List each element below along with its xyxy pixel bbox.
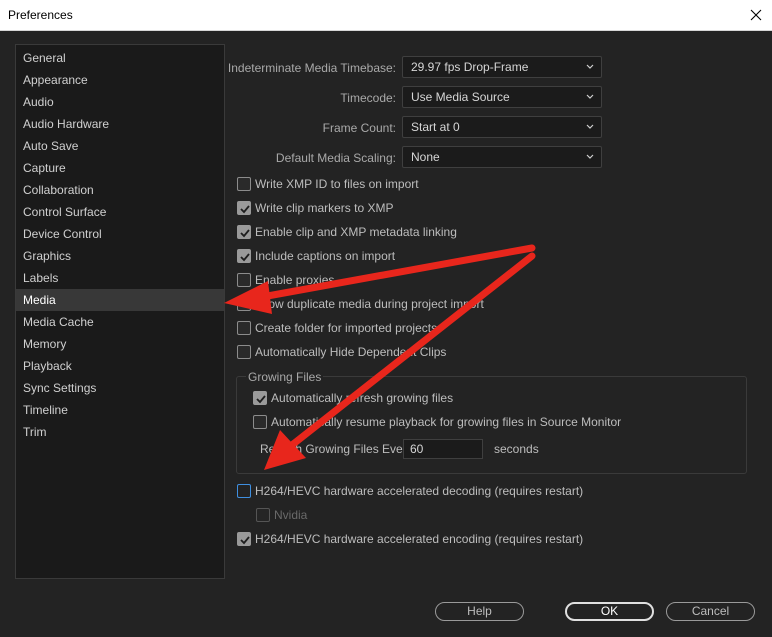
frame-count-select[interactable]: Start at 0 bbox=[402, 116, 602, 138]
checkbox-box[interactable] bbox=[237, 225, 251, 239]
checkbox-label: Automatically refresh growing files bbox=[271, 391, 454, 405]
window-title: Preferences bbox=[8, 8, 73, 22]
checkbox-box[interactable] bbox=[237, 345, 251, 359]
timebase-select[interactable]: 29.97 fps Drop-Frame bbox=[402, 56, 602, 78]
sidebar-item-playback[interactable]: Playback bbox=[16, 355, 224, 377]
checkbox-label: Enable proxies bbox=[255, 273, 335, 287]
sidebar-item-audio-hardware[interactable]: Audio Hardware bbox=[16, 113, 224, 135]
checkbox-label: Write XMP ID to files on import bbox=[255, 177, 419, 191]
sidebar-item-auto-save[interactable]: Auto Save bbox=[16, 135, 224, 157]
sidebar-item-device-control[interactable]: Device Control bbox=[16, 223, 224, 245]
chevron-down-icon bbox=[586, 154, 594, 159]
checkbox-label: H264/HEVC hardware accelerated decoding … bbox=[255, 484, 584, 498]
timecode-select[interactable]: Use Media Source bbox=[402, 86, 602, 108]
checkbox-label: Write clip markers to XMP bbox=[255, 201, 394, 215]
checkbox-label: Nvidia bbox=[274, 508, 308, 522]
checkbox-label: Allow duplicate media during project imp… bbox=[255, 297, 484, 311]
sidebar-item-audio[interactable]: Audio bbox=[16, 91, 224, 113]
sidebar-item-media-cache[interactable]: Media Cache bbox=[16, 311, 224, 333]
sidebar-item-labels[interactable]: Labels bbox=[16, 267, 224, 289]
chevron-down-icon bbox=[586, 124, 594, 129]
preferences-category-list: General Appearance Audio Audio Hardware … bbox=[15, 44, 225, 579]
media-scaling-label: Default Media Scaling: bbox=[275, 151, 396, 165]
checkbox-label: H264/HEVC hardware accelerated encoding … bbox=[255, 532, 584, 546]
sidebar-item-graphics[interactable]: Graphics bbox=[16, 245, 224, 267]
checkmark-icon bbox=[240, 536, 250, 545]
cancel-button[interactable]: Cancel bbox=[666, 602, 755, 621]
sidebar-item-general[interactable]: General bbox=[16, 47, 224, 69]
sidebar-item-appearance[interactable]: Appearance bbox=[16, 69, 224, 91]
checkmark-icon bbox=[240, 229, 250, 238]
checkbox-box[interactable] bbox=[237, 201, 251, 215]
sidebar-item-control-surface[interactable]: Control Surface bbox=[16, 201, 224, 223]
timecode-label: Timecode: bbox=[340, 91, 396, 105]
sidebar-item-sync-settings[interactable]: Sync Settings bbox=[16, 377, 224, 399]
checkbox-box[interactable] bbox=[253, 391, 267, 405]
checkbox-box[interactable] bbox=[237, 532, 251, 546]
close-button[interactable] bbox=[740, 0, 772, 31]
checkmark-icon bbox=[240, 253, 250, 262]
refresh-interval-unit: seconds bbox=[494, 442, 539, 456]
title-bar: Preferences bbox=[0, 0, 772, 31]
checkbox-label: Include captions on import bbox=[255, 249, 396, 263]
refresh-interval-label: Refresh Growing Files Every bbox=[260, 442, 413, 456]
timebase-value: 29.97 fps Drop-Frame bbox=[411, 60, 529, 74]
checkmark-icon bbox=[240, 205, 250, 214]
sidebar-item-media[interactable]: Media bbox=[16, 289, 224, 311]
ok-button[interactable]: OK bbox=[565, 602, 654, 621]
sidebar-item-capture[interactable]: Capture bbox=[16, 157, 224, 179]
media-scaling-value: None bbox=[411, 150, 440, 164]
timebase-label: Indeterminate Media Timebase: bbox=[227, 61, 396, 75]
checkbox-box[interactable] bbox=[237, 177, 251, 191]
frame-count-label: Frame Count: bbox=[322, 121, 396, 135]
checkbox-box[interactable] bbox=[237, 484, 251, 498]
checkbox-label: Automatically resume playback for growin… bbox=[271, 415, 622, 429]
help-button[interactable]: Help bbox=[435, 602, 524, 621]
frame-count-value: Start at 0 bbox=[411, 120, 460, 134]
checkmark-icon bbox=[256, 395, 266, 404]
sidebar-item-timeline[interactable]: Timeline bbox=[16, 399, 224, 421]
media-scaling-select[interactable]: None bbox=[402, 146, 602, 168]
checkbox-box[interactable] bbox=[237, 297, 251, 311]
close-icon bbox=[750, 9, 762, 21]
checkbox-label: Create folder for imported projects bbox=[255, 321, 438, 335]
checkbox-box[interactable] bbox=[237, 321, 251, 335]
checkbox-label: Enable clip and XMP metadata linking bbox=[255, 225, 457, 239]
checkbox-box[interactable] bbox=[253, 415, 267, 429]
refresh-interval-input[interactable]: 60 bbox=[403, 439, 483, 459]
timecode-value: Use Media Source bbox=[411, 90, 510, 104]
checkbox-label: Automatically Hide Dependent Clips bbox=[255, 345, 447, 359]
checkbox-box[interactable] bbox=[237, 273, 251, 287]
checkbox-box[interactable] bbox=[256, 508, 270, 522]
checkbox-box[interactable] bbox=[237, 249, 251, 263]
sidebar-item-trim[interactable]: Trim bbox=[16, 421, 224, 443]
chevron-down-icon bbox=[586, 94, 594, 99]
chevron-down-icon bbox=[586, 64, 594, 69]
sidebar-item-memory[interactable]: Memory bbox=[16, 333, 224, 355]
sidebar-item-collaboration[interactable]: Collaboration bbox=[16, 179, 224, 201]
growing-files-title: Growing Files bbox=[246, 370, 324, 384]
